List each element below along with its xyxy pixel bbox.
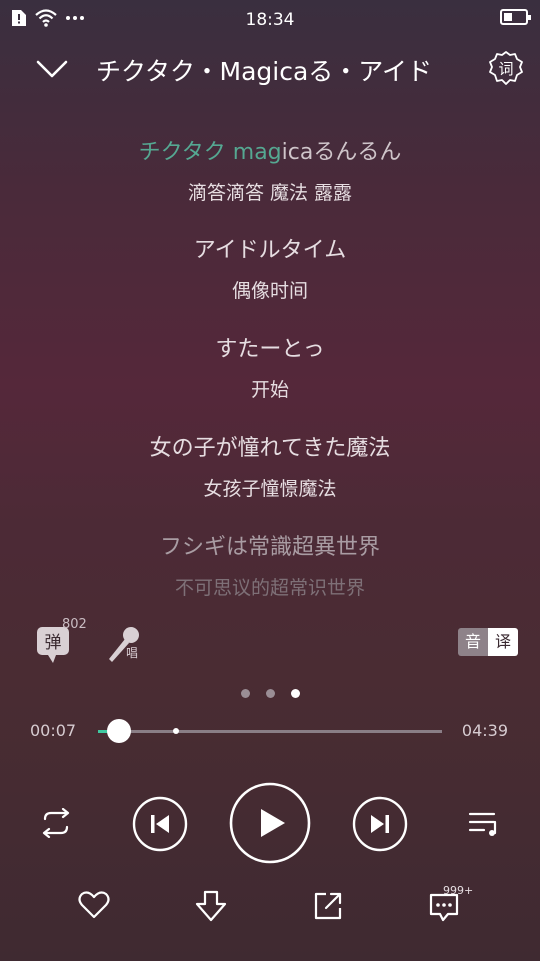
progress-row: 00:07 04:39 xyxy=(0,716,540,746)
lyrics-settings-button[interactable]: 词 xyxy=(488,50,524,86)
total-time: 04:39 xyxy=(461,721,508,740)
page-dot-active[interactable] xyxy=(290,689,300,698)
collapse-button[interactable] xyxy=(34,54,70,84)
toggle-phonetic[interactable]: 音 xyxy=(458,628,488,656)
repeat-button[interactable] xyxy=(37,808,75,838)
gear-icon: 词 xyxy=(489,51,523,85)
page-indicator xyxy=(0,689,540,698)
lyric-original: すたーとっ xyxy=(215,337,325,362)
lyric-current-original: チクタク magicaるんるん xyxy=(138,140,402,165)
previous-button[interactable] xyxy=(132,796,188,852)
page-dot[interactable] xyxy=(265,689,275,698)
playlist-button[interactable] xyxy=(468,808,500,838)
lyric-translation: 滴答滴答 魔法 露露 xyxy=(187,182,353,204)
lyric-translation: 开始 xyxy=(250,379,289,401)
repeat-icon xyxy=(42,808,70,838)
lyrics-mode-toggle[interactable]: 音 译 xyxy=(458,628,518,656)
bottom-actions: 999+ xyxy=(0,884,540,932)
next-icon xyxy=(352,796,408,852)
lyric-tools-row: 弹 802 唱 音 译 xyxy=(0,617,540,670)
settings-label: 词 xyxy=(498,60,513,78)
battery-level xyxy=(504,13,512,21)
danmaku-count: 802 xyxy=(62,617,87,632)
status-bar: 18:34 xyxy=(0,0,540,40)
share-icon xyxy=(314,892,342,920)
download-button[interactable] xyxy=(194,890,228,928)
lyric-line: チクタク magicaるんるん 滴答滴答 魔法 露露 xyxy=(0,138,540,206)
lyric-translation: 不可思议的超常识世界 xyxy=(174,577,365,599)
progress-thumb[interactable] xyxy=(106,719,131,743)
playlist-icon xyxy=(468,812,497,836)
play-button[interactable] xyxy=(229,782,311,864)
status-time: 18:34 xyxy=(245,10,295,30)
page-dot[interactable] xyxy=(240,689,250,698)
next-button[interactable] xyxy=(352,796,408,852)
heart-icon xyxy=(78,891,110,919)
player-header: チクタク・Magicaる・アイド 词 xyxy=(0,46,540,92)
song-title: チクタク・Magicaる・アイド xyxy=(96,57,433,86)
battery-icon xyxy=(500,9,531,25)
current-time: 00:07 xyxy=(30,721,77,740)
download-icon xyxy=(195,890,227,922)
lyric-line: 女の子が憧れてきた魔法 女孩子憧憬魔法 xyxy=(0,434,540,502)
lyric-original: チクタク magicaるんるん xyxy=(0,138,540,168)
lyric-original: フシギは常識超異世界 xyxy=(159,535,380,560)
sing-label: 唱 xyxy=(126,646,139,660)
lyric-original: 女の子が憧れてきた魔法 xyxy=(149,436,391,461)
lyric-line: すたーとっ 开始 xyxy=(0,335,540,403)
lyric-translation: 女孩子憧憬魔法 xyxy=(203,478,337,500)
like-button[interactable] xyxy=(78,890,110,924)
danmaku-label: 弹 xyxy=(45,633,62,653)
previous-icon xyxy=(132,796,188,852)
buffer-marker xyxy=(173,728,180,734)
lyric-line: フシギは常識超異世界 不可思议的超常识世界 xyxy=(0,533,540,601)
progress-track[interactable] xyxy=(98,719,442,743)
chevron-down-icon xyxy=(36,60,68,78)
playback-controls xyxy=(0,780,540,870)
lyric-line: アイドルタイム 偶像时间 xyxy=(0,236,540,304)
share-button[interactable] xyxy=(312,890,344,926)
comment-count-badge: 999+ xyxy=(443,884,474,897)
toggle-translation[interactable]: 译 xyxy=(488,628,518,656)
play-icon xyxy=(229,782,311,864)
lyric-original: アイドルタイム xyxy=(193,238,347,263)
lyric-translation: 偶像时间 xyxy=(231,280,308,302)
